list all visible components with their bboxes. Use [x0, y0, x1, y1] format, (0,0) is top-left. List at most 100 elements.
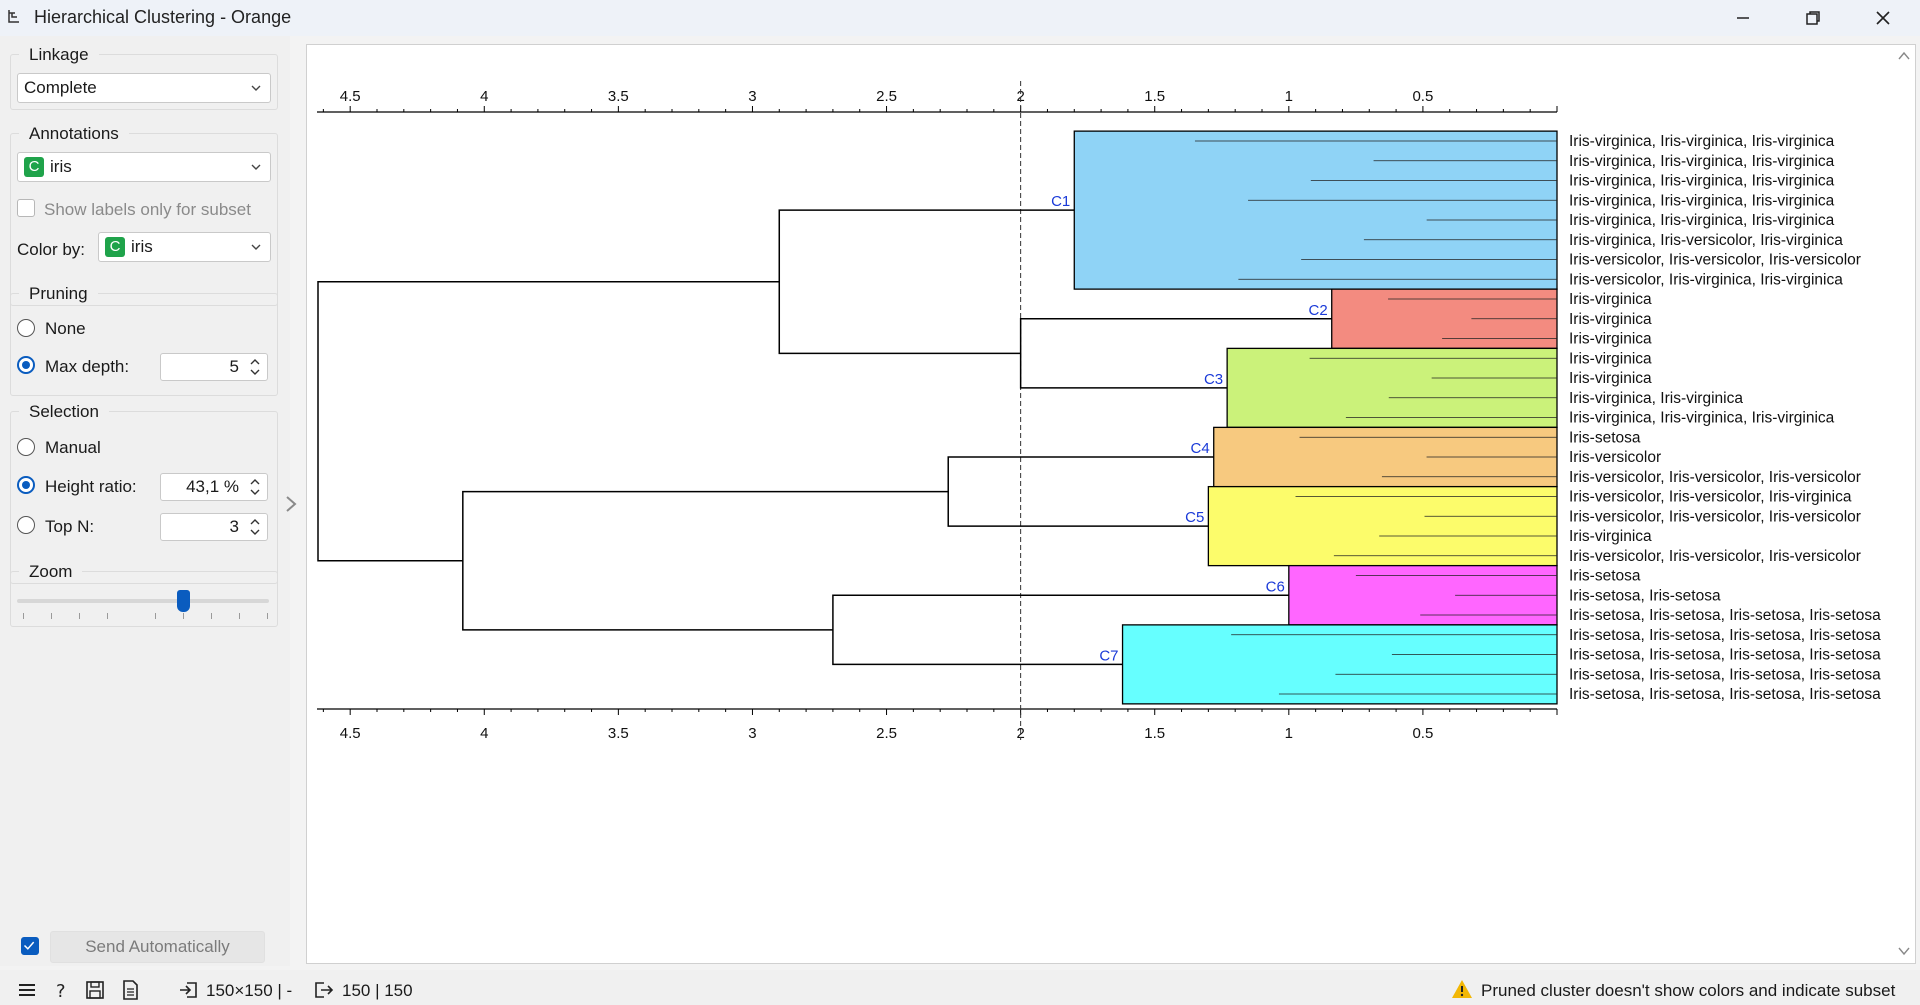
- cluster-c7[interactable]: [1121, 624, 1558, 705]
- checkmark-icon: [23, 941, 35, 950]
- selection-manual-label: Manual: [45, 438, 101, 457]
- title-bar: Hierarchical Clustering - Orange: [0, 0, 1920, 36]
- color-by-combo[interactable]: C iris: [98, 232, 271, 262]
- minimize-button[interactable]: [1708, 0, 1778, 36]
- leaf-label: Iris-setosa, Iris-setosa, Iris-setosa, I…: [1569, 647, 1881, 664]
- chevron-right-icon[interactable]: [282, 493, 300, 515]
- color-by-label: Color by:: [17, 240, 86, 259]
- menu-icon[interactable]: [16, 979, 38, 1001]
- cluster-label: C7: [1099, 647, 1118, 664]
- selection-top-n-radio[interactable]: [17, 516, 35, 534]
- bottom-axis-tick-label: 4.5: [340, 725, 361, 742]
- color-by-value: iris: [131, 237, 153, 256]
- input-icon: [180, 982, 197, 998]
- leaf-label: Iris-versicolor, Iris-virginica, Iris-vi…: [1569, 271, 1843, 288]
- bottom-axis-tick-label: 2.5: [876, 725, 897, 742]
- merge-c45-c67: [462, 490, 949, 631]
- leaf-label: Iris-virginica: [1569, 331, 1652, 348]
- warning-message: Pruned cluster doesn't show colors and i…: [1481, 981, 1896, 1000]
- leaf-label: Iris-versicolor, Iris-versicolor, Iris-v…: [1569, 252, 1861, 269]
- scroll-down-icon[interactable]: [1898, 947, 1910, 956]
- pruning-title: Pruning: [19, 284, 98, 304]
- leaf-label: Iris-setosa, Iris-setosa, Iris-setosa, I…: [1569, 627, 1881, 644]
- window-title: Hierarchical Clustering - Orange: [34, 7, 292, 27]
- linkage-combo[interactable]: Complete: [17, 73, 271, 103]
- merge-c4-c5: [947, 456, 1214, 527]
- categorical-variable-icon: C: [105, 237, 125, 257]
- send-automatically-button[interactable]: Send Automatically: [50, 931, 265, 963]
- leaf-label: Iris-setosa, Iris-setosa, Iris-setosa, I…: [1569, 607, 1881, 624]
- close-icon: [1876, 11, 1890, 25]
- bottom-axis-tick-label: 0.5: [1412, 725, 1433, 742]
- top-axis-tick-label: 1.5: [1144, 88, 1165, 105]
- cluster-label: C3: [1204, 371, 1223, 388]
- max-depth-label: Max depth:: [45, 357, 130, 376]
- max-depth-value: 5: [229, 357, 239, 376]
- chevron-down-icon: [251, 164, 261, 170]
- leaf-label: Iris-virginica, Iris-virginica, Iris-vir…: [1569, 173, 1835, 190]
- cluster-c5[interactable]: [1207, 485, 1558, 567]
- top-n-label: Top N:: [45, 517, 95, 536]
- zoom-slider-handle[interactable]: [177, 590, 190, 612]
- top-n-value: 3: [229, 517, 239, 536]
- input-summary: 150×150 | -: [206, 981, 293, 1000]
- help-icon[interactable]: ?: [51, 979, 73, 1001]
- top-axis-tick-label: 1: [1285, 88, 1293, 105]
- zoom-tick: [239, 613, 240, 619]
- zoom-tick: [107, 613, 108, 619]
- leaf-label: Iris-virginica, Iris-virginica, Iris-vir…: [1569, 212, 1835, 229]
- top-axis-tick-label: 3.5: [608, 88, 629, 105]
- restore-button[interactable]: [1778, 0, 1848, 36]
- dendrogram-view[interactable]: 4.5 4 3.5 3 2.5 2 1.5 1 0.5 4.5 4 3.5 3 2.5 2 1.5 1 0.5 C1…: [306, 44, 1916, 964]
- height-ratio-spinbox[interactable]: 43,1 %: [160, 473, 268, 501]
- max-depth-spinbox[interactable]: 5: [160, 353, 268, 381]
- svg-text:?: ?: [56, 981, 66, 1001]
- report-icon[interactable]: [119, 979, 141, 1001]
- chevron-down-icon: [251, 85, 261, 91]
- selection-manual-radio[interactable]: [17, 438, 35, 456]
- leaf-label: Iris-virginica, Iris-versicolor, Iris-vi…: [1569, 232, 1843, 249]
- categorical-variable-icon: C: [24, 157, 44, 177]
- bottom-axis-tick-label: 3.5: [608, 725, 629, 742]
- leaf-label: Iris-virginica: [1569, 311, 1652, 328]
- selection-title: Selection: [19, 402, 109, 422]
- zoom-slider[interactable]: [17, 599, 269, 603]
- bottom-axis-tick-label: 1.5: [1144, 725, 1165, 742]
- selection-height-ratio-radio[interactable]: [17, 476, 35, 494]
- pruning-none-radio[interactable]: [17, 319, 35, 337]
- top-n-spinbox[interactable]: 3: [160, 513, 268, 541]
- pruning-max-depth-radio[interactable]: [17, 356, 35, 374]
- annotations-title: Annotations: [19, 124, 129, 144]
- leaf-label: Iris-virginica, Iris-virginica, Iris-vir…: [1569, 410, 1835, 427]
- merge-c1-c23: [778, 209, 1075, 355]
- leaf-label: Iris-virginica: [1569, 370, 1652, 387]
- send-automatically-checkbox[interactable]: [21, 937, 39, 955]
- show-labels-subset-checkbox[interactable]: [17, 199, 35, 217]
- leaf-label: Iris-versicolor, Iris-versicolor, Iris-v…: [1569, 489, 1852, 506]
- restore-icon: [1806, 11, 1820, 25]
- zoom-tick: [267, 613, 268, 619]
- cluster-c1[interactable]: [1073, 130, 1558, 290]
- app-icon: [8, 10, 19, 23]
- cluster-c3[interactable]: [1226, 347, 1558, 429]
- zoom-title: Zoom: [19, 562, 83, 582]
- linkage-value: Complete: [24, 78, 97, 97]
- save-icon[interactable]: [84, 979, 106, 1001]
- dendrogram-plot[interactable]: 4.5 4 3.5 3 2.5 2 1.5 1 0.54.5 4 3.5 3 2.5 2 1.5 1 0.5C1…: [307, 45, 1915, 963]
- close-button[interactable]: [1848, 0, 1918, 36]
- top-axis-tick-label: 2.5: [876, 88, 897, 105]
- top-axis-tick-label: 4: [480, 88, 488, 105]
- top-axis-tick-label: 4.5: [340, 88, 361, 105]
- cluster-label: C4: [1191, 440, 1210, 457]
- scroll-up-icon[interactable]: [1898, 51, 1910, 60]
- annotations-combo[interactable]: C iris: [17, 152, 271, 182]
- bottom-axis-tick-label: 4: [480, 725, 488, 742]
- height-ratio-label: Height ratio:: [45, 477, 137, 496]
- output-summary: 150 | 150: [342, 981, 413, 1000]
- spin-arrows-icon[interactable]: [246, 475, 264, 499]
- spin-arrows-icon[interactable]: [246, 515, 264, 539]
- top-axis-tick-label: 0.5: [1412, 88, 1433, 105]
- leaf-label: Iris-versicolor, Iris-versicolor, Iris-v…: [1569, 469, 1861, 486]
- spin-arrows-icon[interactable]: [246, 355, 264, 379]
- leaf-label: Iris-versicolor, Iris-versicolor, Iris-v…: [1569, 508, 1861, 525]
